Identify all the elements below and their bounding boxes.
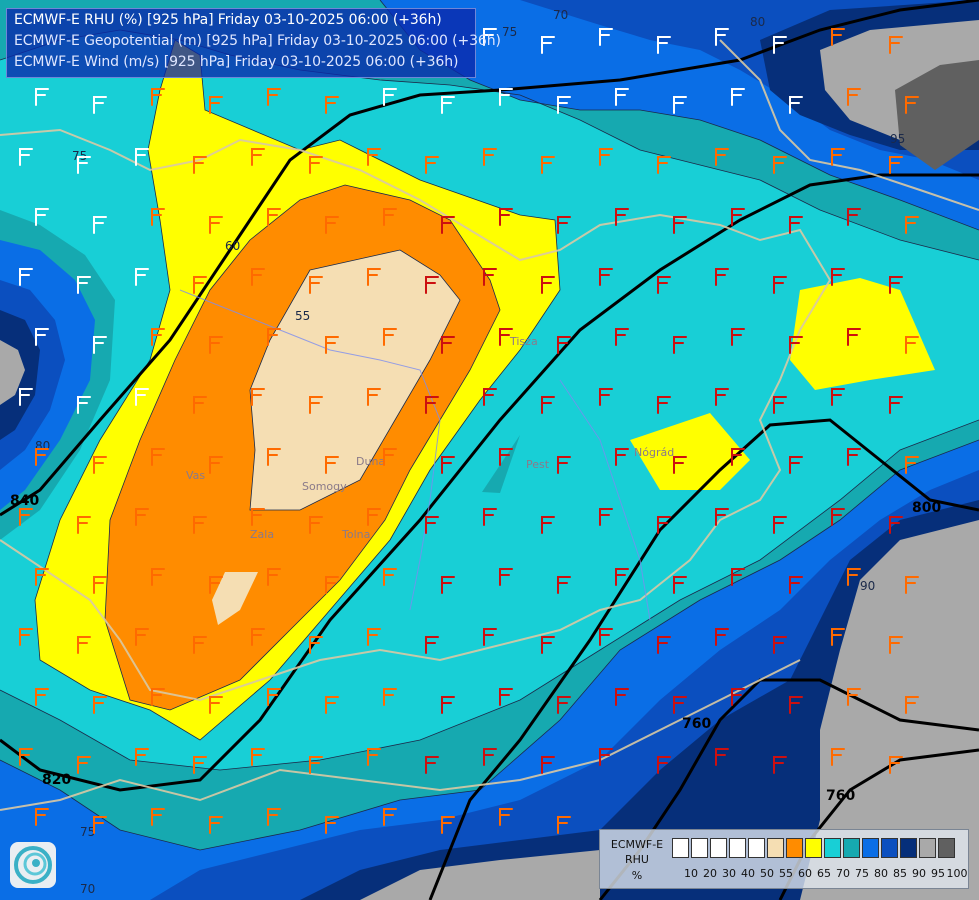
rhu-label: 75 [80,825,95,839]
place-label: Duna [356,455,385,468]
legend-tick: 70 [836,867,850,880]
rhu-label: 70 [80,882,95,896]
geo-label: 820 [42,772,71,788]
legend-swatch [748,838,765,858]
place-label: Nógrád [634,446,674,459]
legend-tick: 85 [893,867,907,880]
geo-label: 800 [912,500,941,516]
legend-swatch [900,838,917,858]
legend-tick: 20 [703,867,717,880]
legend-tick: 75 [855,867,869,880]
legend-tick: 60 [798,867,812,880]
legend-swatches [672,838,957,860]
legend-tick: 90 [912,867,926,880]
rhu-label: 80 [35,439,50,453]
rhu-label: 55 [295,309,310,323]
legend-swatch [824,838,841,858]
legend-tick: 40 [741,867,755,880]
legend-unit: % [631,869,643,882]
legend-tick: 30 [722,867,736,880]
ecmwf-logo-icon [10,842,56,888]
rhu-map: 70 75 80 75 70 95 90 55 60 80 75 840 820… [0,0,979,900]
legend-tick: 65 [817,867,831,880]
place-label: Tisza [509,335,538,348]
legend-tick: 95 [931,867,945,880]
legend-variable: RHU [625,853,649,866]
place-label: Pest [526,458,550,471]
legend-swatch [691,838,708,858]
legend-swatch [672,838,689,858]
place-label: Tolna [341,528,370,541]
legend-tick: 80 [874,867,888,880]
geo-label: 760 [826,788,855,804]
legend-swatch [862,838,879,858]
legend-tick: 100 [946,867,968,880]
legend-model: ECMWF-E [610,838,664,851]
legend-swatch [710,838,727,858]
legend-swatch [729,838,746,858]
wind-title: ECMWF-E Wind (m/s) [925 hPa] Friday 03-1… [14,54,459,70]
rhu-label: 90 [860,579,875,593]
legend-swatch [767,838,784,858]
legend-swatch [805,838,822,858]
legend-tick: 10 [684,867,698,880]
rhu-title: ECMWF-E RHU (%) [925 hPa] Friday 03-10-2… [14,12,442,28]
legend-swatch [881,838,898,858]
geo-label: 840 [10,493,39,509]
legend-swatch [919,838,936,858]
geopotential-title: ECMWF-E Geopotential (m) [925 hPa] Frida… [14,33,501,49]
rhu-label: 95 [890,132,905,146]
rhu-legend: ECMWF-E RHU % 10 20 30 40 50 55 60 65 70 75 80 85 90… [599,829,969,889]
rhu-label: 80 [750,15,765,29]
legend-swatch [843,838,860,858]
legend-swatch [786,838,803,858]
title-panel: ECMWF-E RHU (%) [925 hPa] Friday 03-10-2… [6,8,501,78]
place-label: Somogy [302,480,347,493]
rhu-label: 75 [502,25,517,39]
legend-tick: 50 [760,867,774,880]
place-label: Zala [250,528,274,541]
geo-label: 760 [682,716,711,732]
place-label: Vas [186,469,205,482]
legend-swatch [938,838,955,858]
legend-tick: 55 [779,867,793,880]
rhu-label: 60 [225,239,240,253]
rhu-label: 70 [553,8,568,22]
